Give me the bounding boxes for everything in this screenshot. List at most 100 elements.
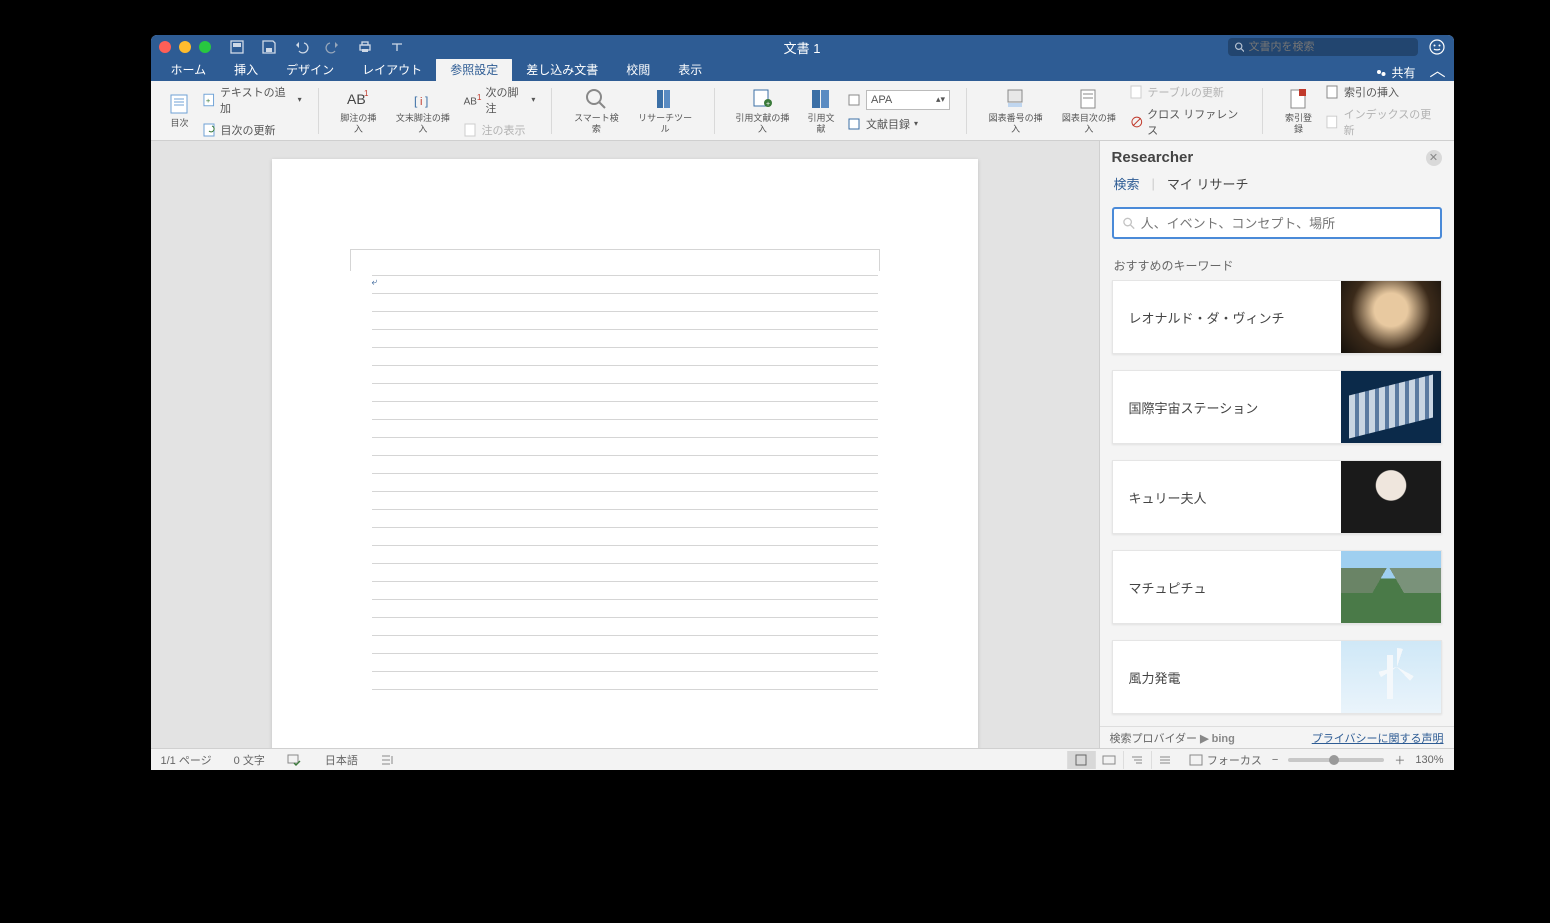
zoom-out-button[interactable]: − xyxy=(1272,754,1278,766)
app-window: 文書 1 ホーム 挿入 デザイン レイアウト 参照設定 差し込み文書 校閲 表示… xyxy=(151,35,1454,770)
close-window[interactable] xyxy=(159,41,171,53)
language-indicator[interactable]: 日本語 xyxy=(325,752,358,768)
search-icon xyxy=(1122,216,1135,230)
suggestion-card[interactable]: マチュピチュ xyxy=(1112,550,1442,624)
text-cursor: ⤶ xyxy=(372,277,378,288)
researcher-tab-search[interactable]: 検索 xyxy=(1112,174,1142,193)
insert-table-figures-button[interactable]: 図表目次の挿入 xyxy=(1054,85,1123,136)
researcher-search[interactable] xyxy=(1112,207,1442,239)
ribbon-tabs: ホーム 挿入 デザイン レイアウト 参照設定 差し込み文書 校閲 表示 共有 ︿ xyxy=(151,59,1454,81)
suggestion-card[interactable]: キュリー夫人 xyxy=(1112,460,1442,534)
card-label: レオナルド・ダ・ヴィンチ xyxy=(1129,308,1285,327)
titlebar: 文書 1 xyxy=(151,35,1454,59)
redo-icon[interactable] xyxy=(325,39,341,55)
update-toc-button[interactable]: 目次の更新 xyxy=(201,121,304,139)
insert-caption-button[interactable]: 図表番号の挿入 xyxy=(981,85,1050,136)
svg-text:i: i xyxy=(420,96,422,108)
svg-text:+: + xyxy=(205,95,210,104)
window-controls xyxy=(159,41,211,53)
svg-text:[: [ xyxy=(414,94,418,108)
add-text-button[interactable]: + テキストの追加 ▾ xyxy=(201,83,304,117)
researcher-search-input[interactable] xyxy=(1141,216,1432,231)
share-label: 共有 xyxy=(1391,64,1415,81)
zoom-level[interactable]: 130% xyxy=(1415,754,1443,766)
insert-citation-button[interactable]: + 引用文献の挿入 xyxy=(729,85,796,136)
svg-text:1: 1 xyxy=(364,89,369,98)
zoom-slider[interactable] xyxy=(1288,758,1384,762)
privacy-link[interactable]: プライバシーに関する声明 xyxy=(1312,730,1444,746)
insert-endnote-button[interactable]: [i] 文末脚注の挿入 xyxy=(388,85,457,136)
svg-text:]: ] xyxy=(425,94,428,108)
undo-icon[interactable] xyxy=(293,39,309,55)
panel-footer: 検索プロバイダー ▶ bing プライバシーに関する声明 xyxy=(1100,726,1454,748)
document-title: 文書 1 xyxy=(784,38,821,57)
minimize-window[interactable] xyxy=(179,41,191,53)
citations-button[interactable]: 引用文献 xyxy=(800,85,842,136)
cross-reference-button[interactable]: クロス リファレンス xyxy=(1128,105,1248,139)
card-label: 風力発電 xyxy=(1129,668,1181,687)
panel-title: Researcher xyxy=(1112,149,1194,166)
print-layout-view[interactable] xyxy=(1067,751,1095,769)
focus-mode-button[interactable]: フォーカス xyxy=(1189,752,1262,768)
close-icon[interactable]: ✕ xyxy=(1426,150,1442,166)
tab-review[interactable]: 校閲 xyxy=(612,58,664,81)
spellcheck-icon[interactable] xyxy=(287,754,303,766)
thumbnail-davinci xyxy=(1341,281,1441,353)
suggestion-card[interactable]: レオナルド・ダ・ヴィンチ xyxy=(1112,280,1442,354)
toc-button[interactable]: 目次 xyxy=(163,90,197,130)
suggestion-list: レオナルド・ダ・ヴィンチ 国際宇宙ステーション キュリー夫人 マチュピチュ 風力… xyxy=(1100,280,1454,726)
zoom-in-button[interactable]: ＋ xyxy=(1394,752,1405,768)
card-label: マチュピチュ xyxy=(1129,578,1207,597)
margin-guide xyxy=(350,249,880,271)
tab-home[interactable]: ホーム xyxy=(157,58,221,81)
page[interactable]: ⤶ xyxy=(272,159,978,748)
tab-design[interactable]: デザイン xyxy=(272,58,348,81)
thumbnail-wind xyxy=(1341,641,1441,713)
svg-text:AB: AB xyxy=(347,91,366,107)
thumbnail-iss xyxy=(1341,371,1441,443)
word-count[interactable]: 0 文字 xyxy=(234,752,265,768)
bibliography-button[interactable]: 文献目録 ▾ xyxy=(846,115,952,133)
tab-layout[interactable]: レイアウト xyxy=(348,58,436,81)
insert-index-button[interactable]: 索引の挿入 xyxy=(1324,83,1441,101)
save-icon[interactable] xyxy=(261,39,277,55)
smart-lookup-button[interactable]: スマート検索 xyxy=(566,85,626,136)
suggestion-card[interactable]: 国際宇宙ステーション xyxy=(1112,370,1442,444)
draft-view[interactable] xyxy=(1151,751,1179,769)
suggestion-card[interactable]: 風力発電 xyxy=(1112,640,1442,714)
page-count[interactable]: 1/1 ページ xyxy=(161,752,212,768)
document-search-input[interactable] xyxy=(1248,41,1411,53)
web-layout-view[interactable] xyxy=(1095,751,1123,769)
autosave-icon[interactable] xyxy=(229,39,245,55)
update-table-button[interactable]: テーブルの更新 xyxy=(1128,83,1248,101)
researcher-tab-myresearch[interactable]: マイ リサーチ xyxy=(1165,174,1251,193)
track-changes-icon[interactable] xyxy=(380,754,396,766)
show-notes-button[interactable]: 注の表示 xyxy=(462,121,538,139)
document-canvas[interactable]: ⤶ xyxy=(151,141,1099,748)
share-button[interactable]: 共有 xyxy=(1375,64,1421,81)
researcher-panel: Researcher ✕ 検索 | マイ リサーチ おすすめのキーワード レオナ… xyxy=(1099,141,1454,748)
tab-references[interactable]: 参照設定 xyxy=(436,58,512,81)
quick-access-toolbar xyxy=(229,39,405,55)
zoom-window[interactable] xyxy=(199,41,211,53)
feedback-icon[interactable] xyxy=(1428,38,1446,56)
outline-view[interactable] xyxy=(1123,751,1151,769)
next-footnote-button[interactable]: AB1 次の脚注 ▾ xyxy=(462,83,538,117)
tab-view[interactable]: 表示 xyxy=(664,58,716,81)
svg-text:+: + xyxy=(766,101,770,108)
researcher-button[interactable]: リサーチツール xyxy=(631,85,700,136)
citation-style-combo[interactable]: APA▴▾ xyxy=(846,89,952,111)
thumbnail-machu xyxy=(1341,551,1441,623)
insert-footnote-button[interactable]: AB1 脚注の挿入 xyxy=(333,85,385,136)
mark-index-entry-button[interactable]: 索引登録 xyxy=(1277,85,1320,136)
document-search[interactable] xyxy=(1228,38,1418,56)
print-icon[interactable] xyxy=(357,39,373,55)
update-index-button[interactable]: インデックスの更新 xyxy=(1324,105,1441,139)
qat-customize-icon[interactable] xyxy=(389,39,405,55)
status-bar: 1/1 ページ 0 文字 日本語 フォーカス − ＋ 130% xyxy=(151,748,1454,770)
view-switcher xyxy=(1067,751,1179,769)
collapse-ribbon-icon[interactable]: ︿ xyxy=(1421,57,1453,81)
writing-lines xyxy=(372,275,878,690)
tab-insert[interactable]: 挿入 xyxy=(220,58,272,81)
tab-mailings[interactable]: 差し込み文書 xyxy=(512,58,612,81)
